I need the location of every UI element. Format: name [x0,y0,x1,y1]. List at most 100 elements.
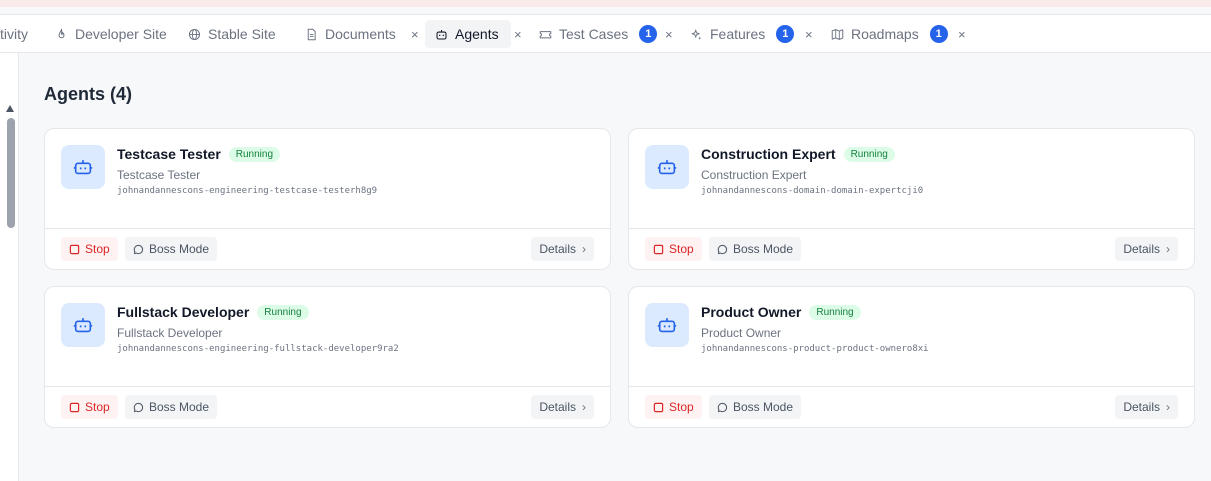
sparkles-icon [691,29,702,40]
stop-button[interactable]: Stop [645,395,702,419]
boss-mode-button[interactable]: Boss Mode [125,237,218,261]
status-badge: Running [228,146,281,162]
chevron-right-icon: › [1166,242,1170,256]
agent-id: johnandannescons-domain-domain-expertcji… [701,186,924,196]
scroll-up-arrow-icon[interactable] [6,105,14,112]
chevron-right-icon: › [582,242,586,256]
agent-card: Construction Expert Running Construction… [628,128,1195,270]
stop-button[interactable]: Stop [61,237,118,261]
ticket-icon [539,30,552,38]
page-title: Agents (4) [44,84,133,104]
boss-mode-button[interactable]: Boss Mode [709,395,802,419]
tab-roadmaps-close-icon[interactable]: × [958,15,966,53]
details-label: Details [1123,400,1160,414]
tab-features[interactable]: Features 1 [690,15,795,53]
card-footer: Stop Boss Mode Details › [45,386,610,427]
stop-square-icon [653,244,664,254]
chat-bubble-icon [717,244,728,254]
tab-label: Agents [455,26,499,42]
bot-icon [436,29,447,39]
stop-button[interactable]: Stop [645,237,702,261]
agent-name-text: Product Owner [701,304,802,320]
details-label: Details [1123,242,1160,256]
boss-mode-label: Boss Mode [733,242,794,256]
globe-icon [188,28,201,40]
tab-documents-close-icon[interactable]: × [411,15,419,53]
tab-features-close-icon[interactable]: × [805,15,813,53]
details-label: Details [539,400,576,414]
tab-label: Documents [325,26,396,42]
stop-button[interactable]: Stop [61,395,118,419]
agent-name-text: Fullstack Developer [117,304,250,320]
chat-bubble-icon [717,402,728,412]
bot-icon [657,318,677,333]
top-strip [0,0,1211,7]
agent-name-text: Construction Expert [701,146,836,162]
agent-avatar [61,303,105,347]
agent-role: Testcase Tester [117,168,201,182]
scrollbar-thumb[interactable] [7,118,15,228]
tab-label: tivity [0,26,28,42]
status-badge: Running [809,304,861,320]
tab-roadmaps[interactable]: Roadmaps 1 [831,15,948,53]
agent-id: johnandannescons-engineering-fullstack-d… [117,344,399,354]
agent-name: Construction Expert Running [701,146,895,162]
tab-stable-site[interactable]: Stable Site [188,15,276,53]
card-footer: Stop Boss Mode Details › [629,228,1194,269]
tab-test-cases[interactable]: Test Cases 1 [539,15,658,53]
agent-role: Fullstack Developer [117,326,223,340]
tab-label: Developer Site [75,26,167,42]
count-badge: 1 [929,25,948,43]
chevron-right-icon: › [1166,400,1170,414]
details-button[interactable]: Details › [531,237,594,261]
tab-label: Test Cases [559,26,629,42]
agent-name: Fullstack Developer Running [117,304,309,320]
agent-avatar [61,145,105,189]
tab-label: Features [710,26,766,42]
chat-bubble-icon [133,244,144,254]
agent-card: Product Owner Running Product Owner john… [628,286,1195,428]
tab-test-cases-close-icon[interactable]: × [665,15,673,53]
tab-developer-site[interactable]: Developer Site [55,15,167,53]
stop-label: Stop [669,242,694,256]
stop-label: Stop [85,242,110,256]
tab-documents[interactable]: Documents [305,15,396,53]
boss-mode-label: Boss Mode [149,400,210,414]
status-badge: Running [257,304,309,320]
agent-card: Fullstack Developer Running Fullstack De… [44,286,611,428]
tab-label: Roadmaps [851,26,919,42]
card-footer: Stop Boss Mode Details › [629,386,1194,427]
stop-label: Stop [669,400,694,414]
agent-role: Construction Expert [701,168,807,182]
bot-icon [657,160,677,175]
count-badge: 1 [639,25,658,43]
boss-mode-button[interactable]: Boss Mode [125,395,218,419]
agent-id: johnandannescons-product-product-ownero8… [701,344,929,354]
status-badge: Running [843,146,895,162]
card-footer: Stop Boss Mode Details › [45,228,610,269]
details-button[interactable]: Details › [531,395,594,419]
agent-name: Testcase Tester Running [117,146,281,162]
flame-icon [58,28,65,38]
agent-name-text: Testcase Tester [117,146,221,162]
boss-mode-button[interactable]: Boss Mode [709,237,802,261]
bot-icon [73,318,93,333]
details-label: Details [539,242,576,256]
map-icon [831,28,844,40]
agent-role: Product Owner [701,326,782,340]
details-button[interactable]: Details › [1115,395,1178,419]
tab-activity[interactable]: tivity [0,15,28,53]
agent-card: Testcase Tester Running Testcase Tester … [44,128,611,270]
tab-label: Stable Site [208,26,276,42]
agent-avatar [645,303,689,347]
agent-name: Product Owner Running [701,304,861,320]
details-button[interactable]: Details › [1115,237,1178,261]
chevron-right-icon: › [582,400,586,414]
document-icon [307,28,316,40]
boss-mode-label: Boss Mode [149,242,210,256]
bot-icon [73,160,93,175]
tab-agents-close-icon[interactable]: × [514,15,522,53]
tab-agents[interactable]: Agents [425,20,511,48]
stop-square-icon [69,402,80,412]
stop-label: Stop [85,400,110,414]
